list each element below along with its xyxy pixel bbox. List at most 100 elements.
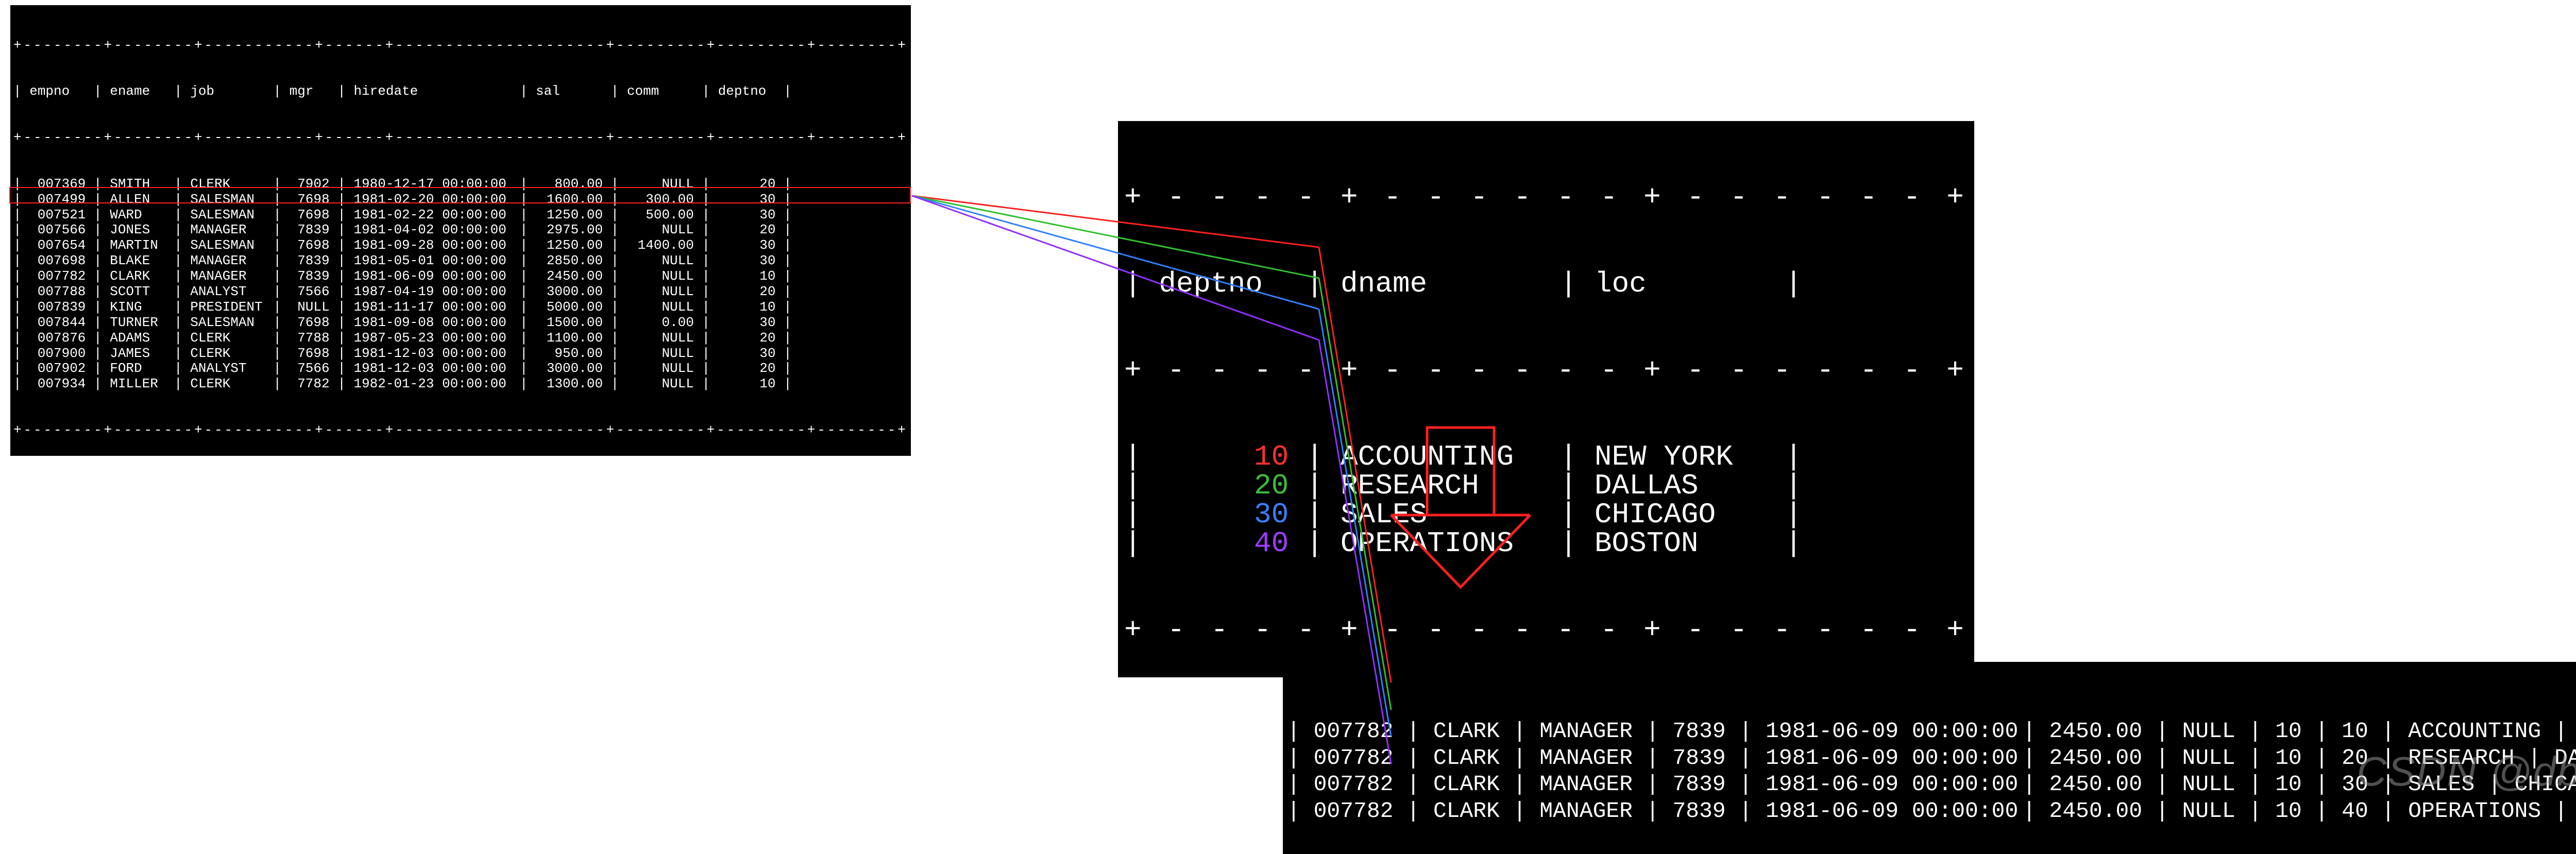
- result-cell: 40: [2342, 798, 2368, 825]
- emp-row: | 007698 | BLAKE | MANAGER | 7839 | 1981…: [13, 253, 908, 269]
- emp-cell: JAMES: [110, 346, 166, 362]
- emp-cell: 1981-11-17 00:00:00: [353, 300, 512, 315]
- emp-cell: 7839: [290, 269, 330, 284]
- emp-cell: 7782: [290, 377, 330, 392]
- emp-cell: 1250.00: [536, 208, 603, 223]
- result-cell: 1981-06-09 00:00:00: [1766, 771, 2009, 798]
- emp-cell: 007788: [29, 284, 86, 300]
- emp-cell: 1987-05-23 00:00:00: [353, 331, 512, 346]
- emp-row: | 007499 | ALLEN | SALESMAN | 7698 | 198…: [13, 192, 908, 208]
- dept-row: | 10 | ACCOUNTING | NEW YORK |: [1124, 442, 1968, 471]
- emp-cell: 7698: [290, 346, 330, 362]
- emp-cell: 20: [718, 331, 776, 346]
- result-cell: 2450.00: [2049, 745, 2142, 772]
- emp-cell: 10: [718, 269, 776, 284]
- result-row: | 007782 | CLARK | MANAGER | 7839 | 1981…: [1287, 718, 2576, 745]
- emp-cell: CLERK: [190, 346, 265, 362]
- result-cell: 007782: [1314, 798, 1394, 825]
- emp-cell: NULL: [627, 253, 694, 269]
- result-row: | 007782 | CLARK | MANAGER | 7839 | 1981…: [1287, 798, 2576, 825]
- dept-cell-deptno: 30: [1159, 500, 1289, 529]
- emp-cell: 007902: [29, 361, 86, 377]
- emp-cell: NULL: [290, 300, 330, 315]
- emp-cell: 1981-06-09 00:00:00: [353, 269, 512, 284]
- emp-cell: 30: [718, 208, 776, 223]
- result-cell: 7839: [1672, 771, 1725, 798]
- emp-cell: ADAMS: [110, 331, 166, 346]
- emp-cell: 7902: [290, 177, 330, 192]
- result-cell: 2450.00: [2049, 798, 2142, 825]
- emp-cell: 007782: [29, 269, 86, 284]
- result-cell: 10: [2275, 771, 2302, 798]
- emp-row: | 007876 | ADAMS | CLERK | 7788 | 1987-0…: [13, 331, 908, 346]
- dept-cell-deptno: 10: [1159, 442, 1289, 471]
- result-cell: NULL: [2182, 718, 2235, 745]
- emp-cell: 7566: [290, 284, 330, 300]
- dept-cell-loc: CHICAGO: [1595, 500, 1768, 529]
- emp-cell: 1981-05-01 00:00:00: [353, 253, 512, 269]
- emp-cell: 007654: [29, 238, 86, 253]
- emp-cell: 1500.00: [536, 315, 603, 331]
- dept-cell-deptno: 40: [1159, 529, 1289, 558]
- emp-cell: 7788: [290, 331, 330, 346]
- emp-cell: NULL: [627, 300, 694, 315]
- emp-row: | 007566 | JONES | MANAGER | 7839 | 1981…: [13, 223, 908, 238]
- emp-cell: FORD: [110, 361, 166, 377]
- emp-cell: NULL: [627, 346, 694, 362]
- emp-cell: CLERK: [190, 377, 265, 392]
- emp-cell: 1250.00: [536, 238, 603, 253]
- dept-h-deptno: deptno: [1159, 269, 1289, 298]
- emp-cell: 7698: [290, 315, 330, 331]
- dept-h-dname: dname: [1341, 269, 1543, 298]
- result-cell: 10: [2275, 798, 2302, 825]
- emp-cell: 30: [718, 192, 776, 208]
- result-cell: 7839: [1672, 745, 1725, 772]
- emp-cell: CLERK: [190, 177, 265, 192]
- emp-cell: 20: [718, 361, 776, 377]
- emp-h-mgr: mgr: [290, 84, 330, 99]
- result-cell: 007782: [1314, 718, 1394, 745]
- emp-cell: NULL: [627, 269, 694, 284]
- emp-cell: 2850.00: [536, 253, 603, 269]
- emp-cell: SALESMAN: [190, 315, 265, 331]
- emp-cell: CLERK: [190, 331, 265, 346]
- emp-cell: 1980-12-17 00:00:00: [353, 177, 512, 192]
- emp-header-row: | empno | ename | job | mgr | hiredate |…: [13, 84, 908, 99]
- emp-cell: 007876: [29, 331, 86, 346]
- result-cell: 10: [2275, 718, 2302, 745]
- emp-cell: 20: [718, 223, 776, 238]
- emp-row: | 007788 | SCOTT | ANALYST | 7566 | 1987…: [13, 284, 908, 300]
- emp-cell: NULL: [627, 177, 694, 192]
- emp-cell: 300.00: [627, 192, 694, 208]
- emp-cell: 30: [718, 238, 776, 253]
- emp-cell: NULL: [627, 331, 694, 346]
- result-cell: 007782: [1314, 771, 1394, 798]
- emp-cell: 7566: [290, 361, 330, 377]
- result-cell: 2450.00: [2049, 771, 2142, 798]
- emp-cell: 1300.00: [536, 377, 603, 392]
- emp-cell: 30: [718, 315, 776, 331]
- emp-cell: ANALYST: [190, 284, 265, 300]
- result-cell: 007782: [1314, 745, 1394, 772]
- result-cell: 10: [2342, 718, 2368, 745]
- result-cell: 10: [2275, 745, 2302, 772]
- dept-cell-dname: ACCOUNTING: [1341, 442, 1543, 471]
- emp-cell: 1981-09-28 00:00:00: [353, 238, 512, 253]
- emp-row: | 007521 | WARD | SALESMAN | 7698 | 1981…: [13, 208, 908, 223]
- emp-cell: 1400.00: [627, 238, 694, 253]
- emp-cell: SMITH: [110, 177, 166, 192]
- emp-row: | 007902 | FORD | ANALYST | 7566 | 1981-…: [13, 361, 908, 377]
- emp-cell: 500.00: [627, 208, 694, 223]
- emp-h-job: job: [190, 84, 265, 99]
- emp-cell: SCOTT: [110, 284, 166, 300]
- emp-cell: 10: [718, 377, 776, 392]
- emp-cell: 5000.00: [536, 300, 603, 315]
- emp-row: | 007839 | KING | PRESIDENT | NULL | 198…: [13, 300, 908, 315]
- emp-cell: BLAKE: [110, 253, 166, 269]
- result-cell: MANAGER: [1539, 798, 1633, 825]
- emp-border-mid: +--------+--------+-----------+------+--…: [13, 130, 908, 146]
- emp-cell: 007698: [29, 253, 86, 269]
- emp-cell: MILLER: [110, 377, 166, 392]
- emp-cell: 7698: [290, 238, 330, 253]
- result-cell: MANAGER: [1539, 718, 1633, 745]
